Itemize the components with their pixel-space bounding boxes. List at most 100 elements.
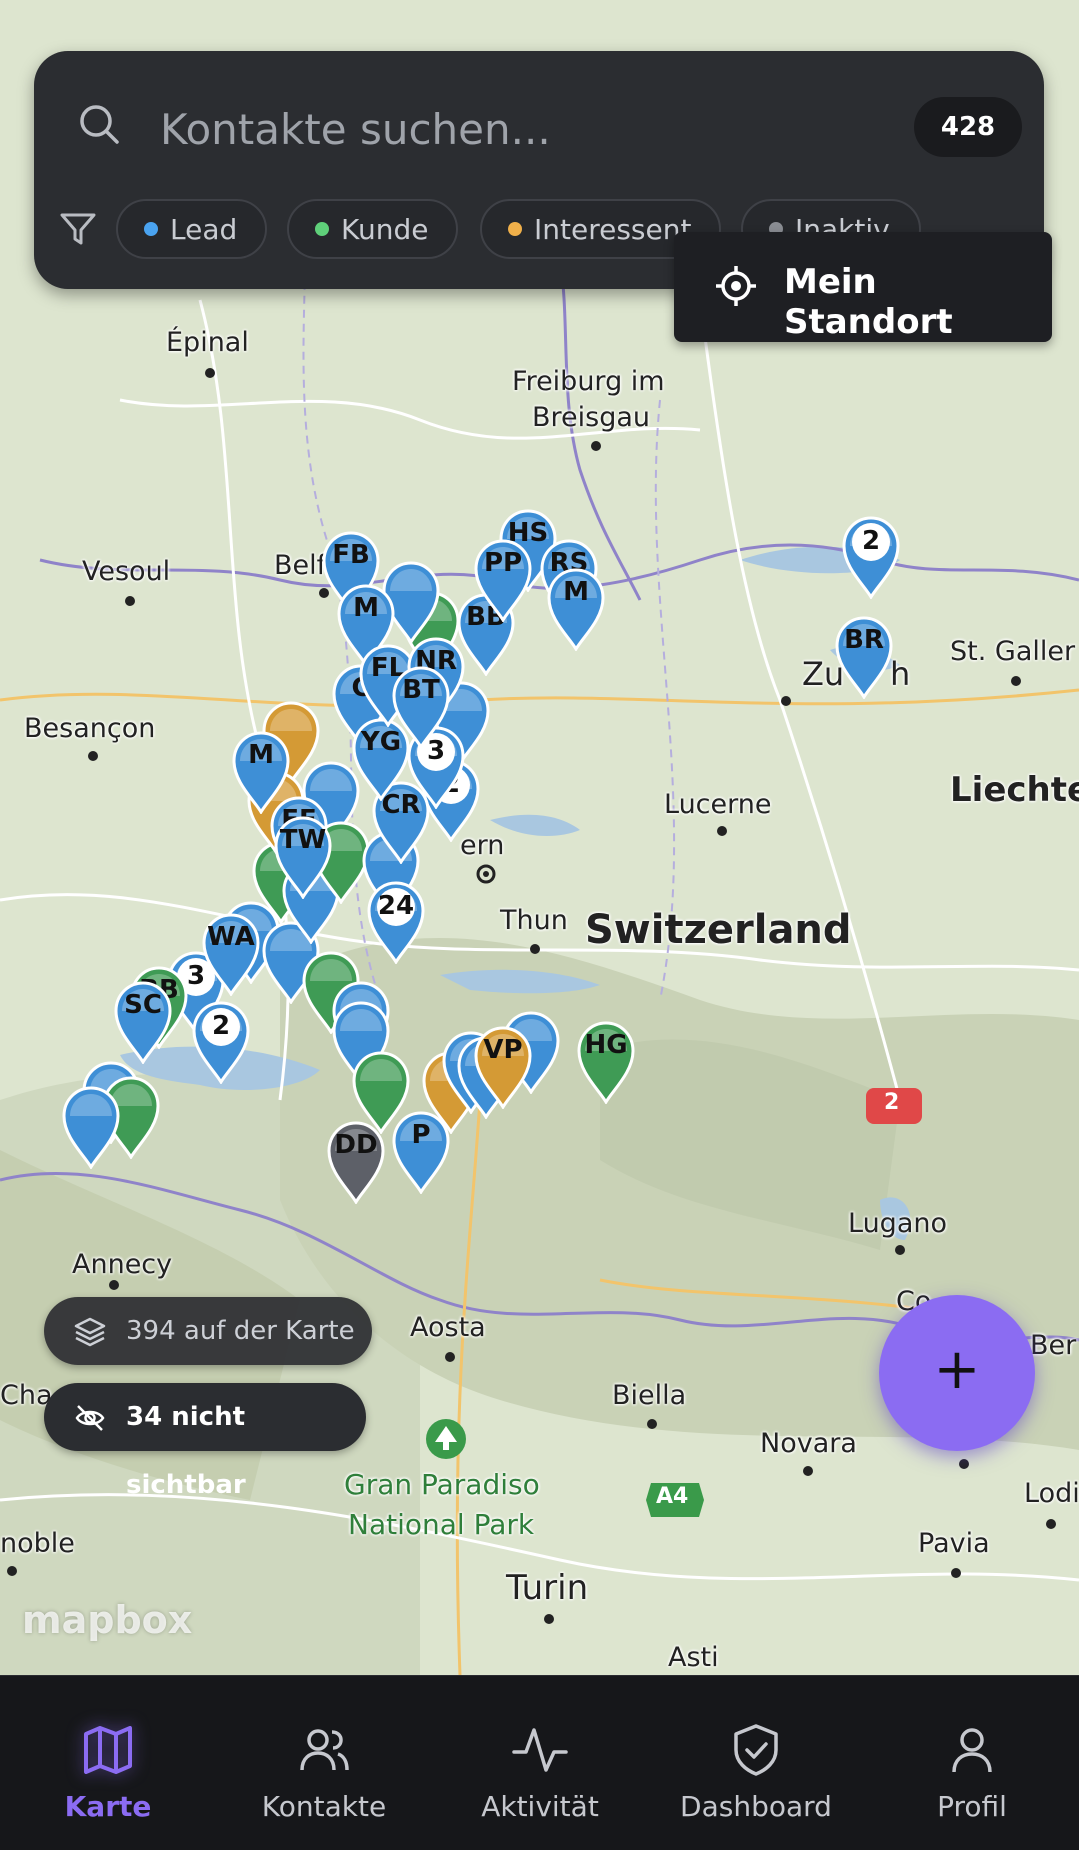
cluster-marker[interactable]: 24 [365, 880, 427, 964]
chip-label: Lead [170, 213, 238, 246]
map-label: Besançon [24, 713, 156, 744]
on-map-count-text: 394 auf der Karte [126, 1316, 355, 1346]
filter-chip-lead[interactable]: Lead [116, 199, 268, 259]
nav-label: Kontakte [261, 1790, 387, 1823]
nav-label: Dashboard [680, 1790, 832, 1823]
map-label: Asti [668, 1642, 719, 1673]
search-icon [80, 105, 119, 144]
status-dot [144, 222, 158, 236]
shield-check-icon [734, 1724, 778, 1776]
add-contact-button[interactable]: + [879, 1295, 1035, 1451]
marker-label: PP [483, 548, 523, 578]
contact-marker[interactable]: P [390, 1110, 452, 1194]
marker-label: SC [124, 990, 162, 1020]
locate-icon [716, 266, 756, 306]
contact-marker[interactable]: HG [575, 1020, 637, 1104]
contact-marker[interactable]: WA [200, 912, 262, 996]
nav-item-profil[interactable]: Profil [864, 1676, 1079, 1850]
marker-label: 2 [211, 1011, 231, 1041]
map-label: Biella [612, 1380, 687, 1411]
contact-marker[interactable]: TW [272, 815, 334, 899]
map-label: National Park [348, 1508, 535, 1541]
map-label: Vesoul [82, 556, 171, 587]
map-label: Lodi [1024, 1478, 1079, 1509]
map-label: Novara [760, 1428, 857, 1459]
nav-item-karte[interactable]: Karte [0, 1676, 216, 1850]
user-icon [952, 1728, 992, 1773]
road-shield-label: 2 [884, 1090, 900, 1115]
filter-chip-kunde[interactable]: Kunde [287, 199, 459, 259]
activity-icon [512, 1728, 568, 1772]
mapbox-attribution[interactable]: mapbox [22, 1598, 192, 1642]
status-dot [508, 222, 522, 236]
nav-label: Karte [64, 1790, 152, 1823]
map-label: Freiburg im [512, 366, 665, 397]
status-dot [315, 222, 329, 236]
plus-icon: + [933, 1337, 981, 1402]
map-label: Annecy [72, 1249, 173, 1280]
chip-label: Kunde [341, 213, 429, 246]
marker-label: HG [584, 1030, 628, 1060]
eye-off-icon [75, 1405, 105, 1431]
contact-marker[interactable]: VP [472, 1025, 534, 1109]
map-label: noble [0, 1528, 75, 1559]
search-input[interactable] [158, 93, 802, 165]
hidden-count-text: 34 nicht sichtbar [126, 1402, 246, 1500]
marker-label: M [563, 577, 589, 607]
my-location-button[interactable]: Mein Standort [674, 232, 1052, 342]
on-map-count-pill: 394 auf der Karte [44, 1297, 372, 1365]
map-label: Switzerland [585, 907, 852, 953]
marker-label: M [353, 593, 379, 623]
contact-marker[interactable]: BT [390, 665, 452, 749]
map-label: Turin [506, 1568, 589, 1608]
marker-label: VP [483, 1035, 523, 1065]
contact-marker[interactable]: M [545, 567, 607, 651]
marker-label: 2 [861, 526, 881, 556]
contact-marker[interactable]: BR [833, 615, 895, 699]
map-label: Thun [500, 905, 568, 936]
marker-label: 24 [377, 891, 415, 921]
filter-icon[interactable] [58, 209, 98, 249]
map-pin-icon [62, 1086, 120, 1169]
map-label: Liechte [950, 770, 1079, 810]
users-icon [300, 1729, 349, 1771]
bottom-navigation: Karte Kontakte Aktivität Dashboard Profi… [0, 1675, 1079, 1850]
map-icon [84, 1726, 132, 1774]
map-label: Breisgau [532, 402, 651, 433]
map-label: Épinal [166, 327, 249, 358]
marker-label: TW [279, 825, 327, 855]
map-label: Pavia [918, 1528, 990, 1559]
nav-item-dashboard[interactable]: Dashboard [648, 1676, 864, 1850]
cluster-marker[interactable]: 2 [840, 515, 902, 599]
map-label: Gran Paradiso [344, 1468, 540, 1501]
contact-count-badge: 428 [914, 97, 1022, 157]
cluster-marker[interactable]: 2 [190, 1000, 252, 1084]
marker-label: FB [332, 540, 370, 570]
layers-icon [74, 1317, 106, 1347]
chip-label: Interessent [534, 213, 692, 246]
marker-label: M [248, 740, 274, 770]
contact-marker[interactable]: M [230, 730, 292, 814]
map-label: St. Galler [950, 636, 1076, 667]
nav-item-aktivitaet[interactable]: Aktivität [432, 1676, 648, 1850]
nav-item-kontakte[interactable]: Kontakte [216, 1676, 432, 1850]
map-label: Belf [274, 550, 327, 581]
marker-label: P [411, 1120, 431, 1150]
contact-marker[interactable]: SC [112, 980, 174, 1064]
map-label: Lugano [848, 1208, 947, 1239]
marker-label: BR [844, 625, 884, 655]
nav-label: Aktivität [481, 1790, 599, 1823]
marker-label: BT [402, 675, 440, 705]
map-label: Lucerne [664, 789, 772, 820]
my-location-label: Mein Standort [784, 262, 953, 342]
map-label: Ber [1030, 1330, 1077, 1361]
contact-marker[interactable]: DD [325, 1120, 387, 1204]
contact-marker[interactable]: PP [472, 538, 534, 622]
map-marker[interactable] [60, 1085, 122, 1169]
marker-label: WA [207, 922, 255, 952]
road-shield-label: A4 [656, 1484, 689, 1509]
marker-label: DD [334, 1130, 378, 1160]
map-label: Aosta [410, 1312, 486, 1343]
nav-label: Profil [937, 1790, 1007, 1823]
hidden-count-pill[interactable]: 34 nicht sichtbar [44, 1383, 366, 1500]
